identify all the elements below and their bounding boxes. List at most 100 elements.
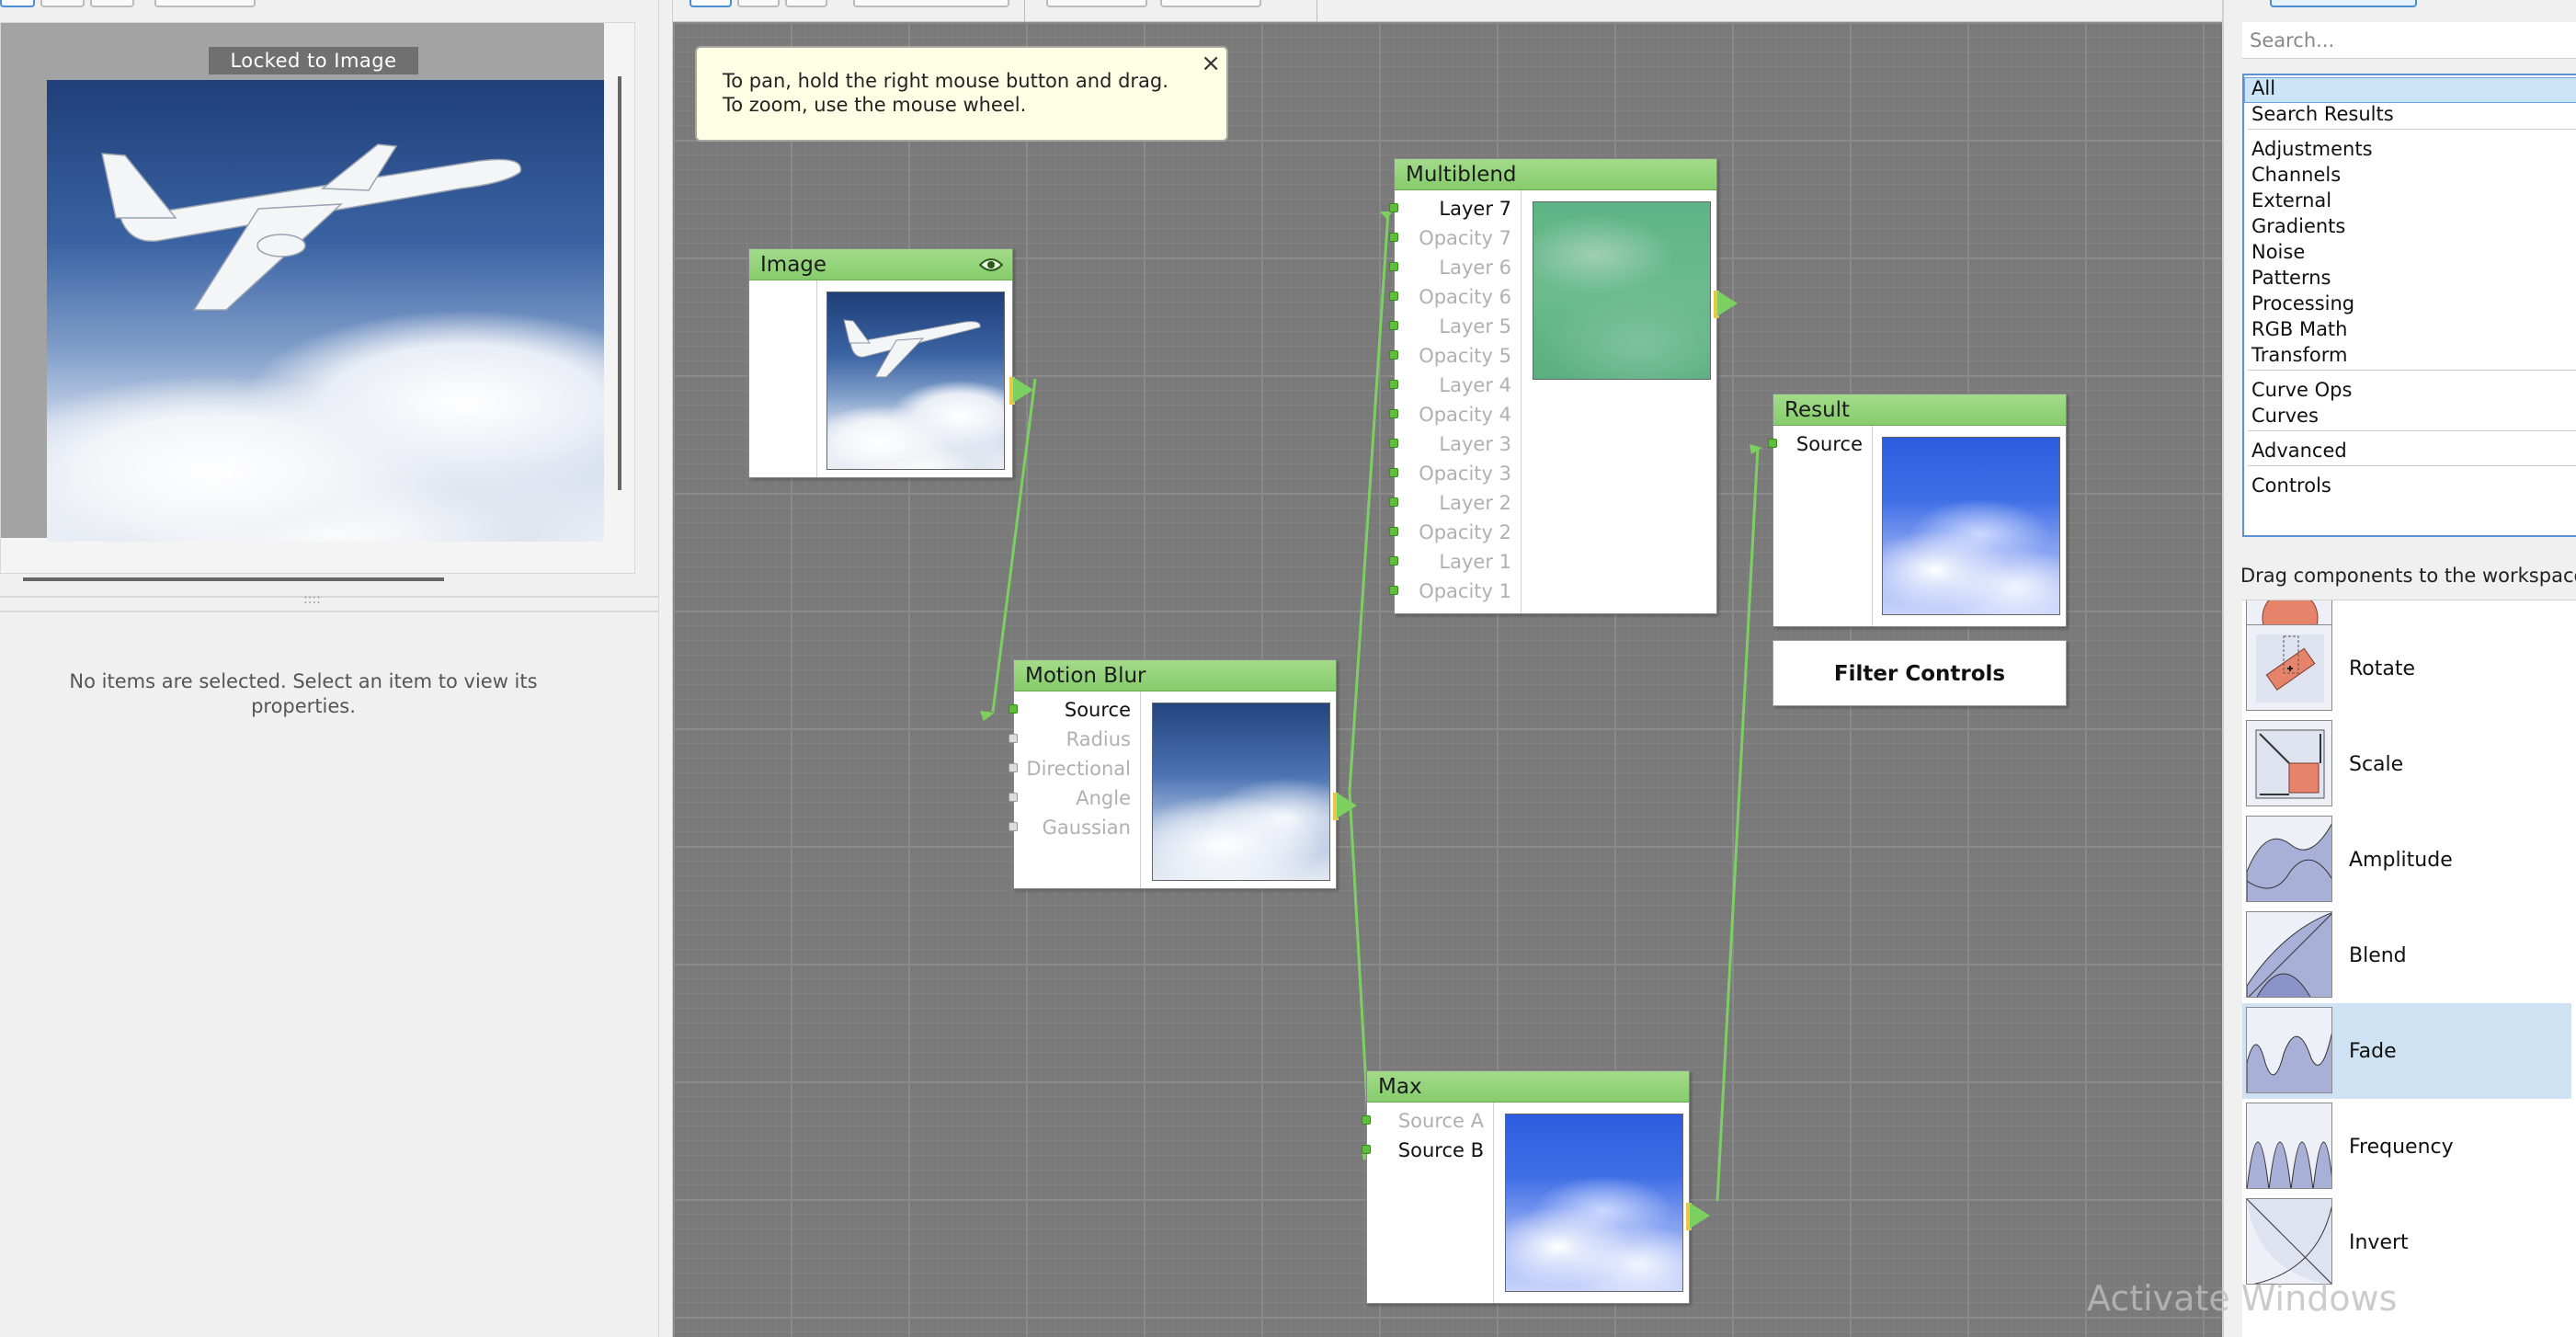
category-noise[interactable]: Noise xyxy=(2251,241,2305,263)
input-port[interactable] xyxy=(1389,291,1398,301)
toolbar-button[interactable] xyxy=(0,0,35,7)
node-result[interactable]: Result Source xyxy=(1768,394,2067,627)
library-tab-button[interactable] xyxy=(2270,0,2417,7)
input-port[interactable] xyxy=(1768,439,1777,448)
input-port[interactable] xyxy=(1389,527,1398,536)
port-gaussian[interactable]: Gaussian xyxy=(1043,817,1131,839)
close-icon[interactable]: × xyxy=(1201,50,1221,77)
category-search-results[interactable]: Search Results xyxy=(2251,103,2394,125)
output-arrow[interactable] xyxy=(1690,1203,1710,1228)
port-source[interactable]: Source xyxy=(1065,699,1131,721)
component-item-scale[interactable]: Scale xyxy=(2242,716,2571,812)
component-item-amplitude[interactable]: Amplitude xyxy=(2242,812,2571,908)
port-layer-4[interactable]: Layer 4 xyxy=(1439,374,1511,396)
output-arrow[interactable] xyxy=(1717,291,1738,316)
input-port[interactable] xyxy=(1389,468,1398,477)
toolbar-dropdown[interactable] xyxy=(853,0,1009,7)
node-image[interactable]: Image xyxy=(748,248,1013,478)
input-port[interactable] xyxy=(1009,822,1018,831)
node-max[interactable]: Max Source A Source B xyxy=(1362,1070,1690,1304)
component-item-rotate[interactable]: Rotate xyxy=(2242,621,2571,716)
component-item-frequency[interactable]: Frequency xyxy=(2242,1099,2571,1194)
category-advanced[interactable]: Advanced xyxy=(2251,440,2347,462)
category-channels[interactable]: Channels xyxy=(2251,164,2341,186)
search-input[interactable]: Search... xyxy=(2242,22,2576,59)
port-source-b[interactable]: Source B xyxy=(1398,1139,1484,1161)
port-layer-3[interactable]: Layer 3 xyxy=(1439,433,1511,455)
input-port[interactable] xyxy=(1362,1115,1371,1125)
port-layer-5[interactable]: Layer 5 xyxy=(1439,315,1511,337)
input-port[interactable] xyxy=(1389,586,1398,595)
port-opacity-4[interactable]: Opacity 4 xyxy=(1419,404,1511,426)
eye-icon[interactable] xyxy=(979,257,1003,273)
input-port[interactable] xyxy=(1389,321,1398,330)
port-opacity-5[interactable]: Opacity 5 xyxy=(1419,345,1511,367)
input-port[interactable] xyxy=(1389,262,1398,271)
input-port[interactable] xyxy=(1389,203,1398,212)
component-item-blend[interactable]: Blend xyxy=(2242,908,2571,1003)
component-list[interactable]: Rotate Scale Amplitude Blend Fade Frequency In… xyxy=(2242,600,2576,1337)
port-layer-2[interactable]: Layer 2 xyxy=(1439,492,1511,514)
input-port[interactable] xyxy=(1389,556,1398,566)
input-port[interactable] xyxy=(1009,734,1018,743)
port-source-a[interactable]: Source A xyxy=(1398,1110,1484,1132)
output-arrow[interactable] xyxy=(1013,377,1033,403)
toolbar-button[interactable] xyxy=(737,0,780,7)
toolbar-button[interactable] xyxy=(1160,0,1261,7)
category-all[interactable]: All xyxy=(2251,77,2275,99)
panel-splitter[interactable]: :::: xyxy=(0,592,658,612)
category-curves[interactable]: Curves xyxy=(2251,405,2319,427)
workspace-splitter[interactable] xyxy=(658,0,673,1337)
port-source[interactable]: Source xyxy=(1796,433,1863,455)
category-patterns[interactable]: Patterns xyxy=(2251,267,2331,289)
port-radius[interactable]: Radius xyxy=(1066,728,1131,750)
port-opacity-1[interactable]: Opacity 1 xyxy=(1419,580,1511,602)
component-label: Fade xyxy=(2349,1040,2397,1063)
input-port[interactable] xyxy=(1389,350,1398,360)
toolbar-button[interactable] xyxy=(690,0,732,7)
port-opacity-7[interactable]: Opacity 7 xyxy=(1419,227,1511,249)
preview-vertical-scrollbar[interactable] xyxy=(618,76,621,490)
component-item-fade[interactable]: Fade xyxy=(2242,1003,2571,1099)
category-processing[interactable]: Processing xyxy=(2251,292,2354,314)
input-port[interactable] xyxy=(1009,793,1018,802)
category-adjustments[interactable]: Adjustments xyxy=(2251,138,2373,160)
category-curve-ops[interactable]: Curve Ops xyxy=(2251,379,2352,401)
input-port[interactable] xyxy=(1389,233,1398,242)
toolbar-button[interactable] xyxy=(40,0,85,7)
category-external[interactable]: External xyxy=(2251,189,2331,211)
input-port[interactable] xyxy=(1389,497,1398,507)
port-opacity-6[interactable]: Opacity 6 xyxy=(1419,286,1511,308)
toolbar-button[interactable] xyxy=(785,0,827,7)
port-angle[interactable]: Angle xyxy=(1076,787,1131,809)
node-multiblend[interactable]: Multiblend Layer 7 Opacity 7 Layer 6 Opacit… xyxy=(1389,158,1717,614)
input-port[interactable] xyxy=(1009,704,1018,714)
toolbar-dropdown[interactable] xyxy=(154,0,256,7)
input-port[interactable] xyxy=(1362,1145,1371,1154)
category-rgb-math[interactable]: RGB Math xyxy=(2251,318,2347,340)
input-port[interactable] xyxy=(1389,380,1398,389)
locked-to-image-label[interactable]: Locked to Image xyxy=(209,47,418,74)
category-list[interactable]: All Search Results Adjustments Channels Exte… xyxy=(2242,74,2576,537)
port-opacity-2[interactable]: Opacity 2 xyxy=(1419,521,1511,543)
toolbar-button[interactable] xyxy=(90,0,134,7)
filter-controls-button[interactable]: Filter Controls xyxy=(1772,640,2067,706)
category-gradients[interactable]: Gradients xyxy=(2251,215,2345,237)
toolbar-button[interactable] xyxy=(1046,0,1147,7)
output-arrow[interactable] xyxy=(1337,793,1357,818)
port-opacity-3[interactable]: Opacity 3 xyxy=(1419,463,1511,485)
wire-arrowhead xyxy=(1750,444,1762,454)
input-port[interactable] xyxy=(1009,763,1018,772)
port-layer-1[interactable]: Layer 1 xyxy=(1439,551,1511,573)
input-port[interactable] xyxy=(1389,439,1398,448)
input-port[interactable] xyxy=(1389,409,1398,418)
node-workspace[interactable]: To pan, hold the right mouse button and … xyxy=(673,22,2222,1337)
preview-horizontal-scrollbar[interactable] xyxy=(23,577,444,581)
port-directional[interactable]: Directional xyxy=(1026,758,1131,780)
component-item-invert[interactable]: Invert xyxy=(2242,1194,2571,1290)
category-transform[interactable]: Transform xyxy=(2251,344,2347,366)
port-layer-6[interactable]: Layer 6 xyxy=(1439,257,1511,279)
port-layer-7[interactable]: Layer 7 xyxy=(1439,198,1511,220)
node-motion-blur[interactable]: Motion Blur Source Radius Directional An… xyxy=(1009,659,1337,889)
category-controls[interactable]: Controls xyxy=(2251,474,2331,497)
